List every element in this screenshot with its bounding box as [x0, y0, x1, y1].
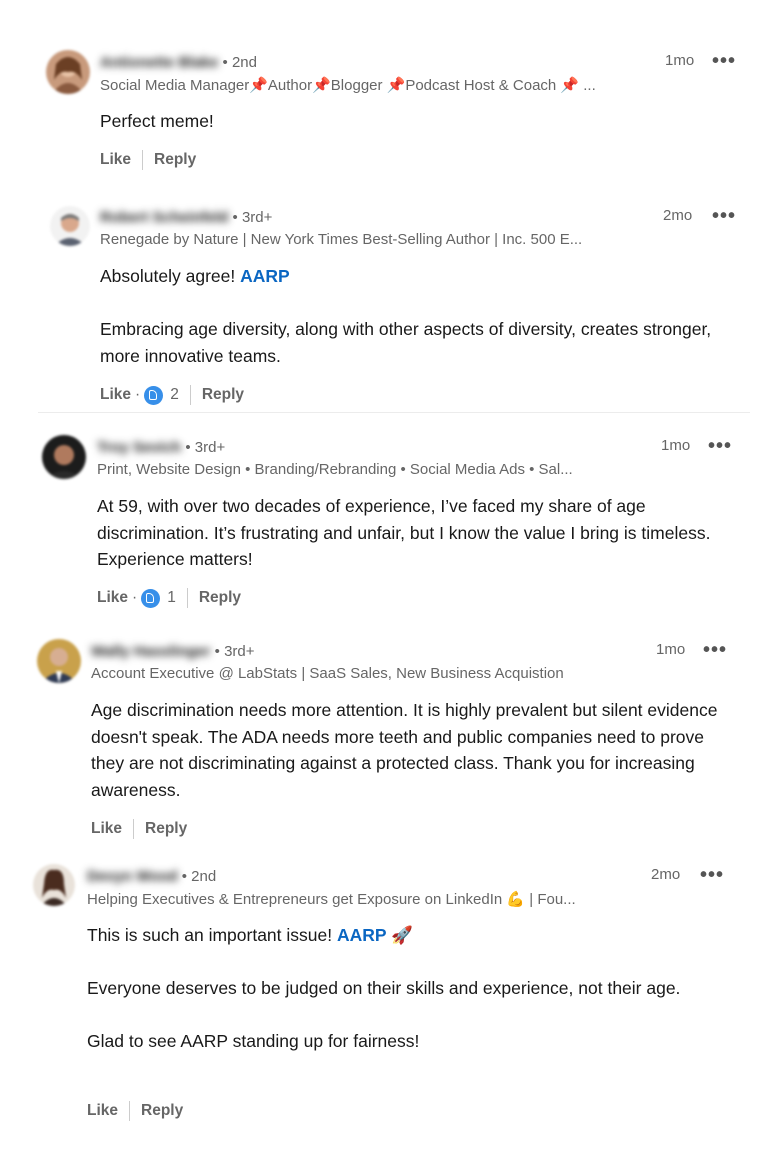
comment-text: Absolutely agree! AARP: [100, 263, 740, 290]
comment-header: Troy Sevich • 3rd+: [97, 439, 225, 456]
reply-button[interactable]: Reply: [141, 1102, 183, 1120]
reaction-count[interactable]: 1: [167, 589, 176, 607]
more-options-icon[interactable]: •••: [712, 51, 736, 71]
commenter-headline: Account Executive @ LabStats | SaaS Sale…: [91, 665, 564, 682]
connection-degree: • 2nd: [222, 54, 257, 71]
commenter-headline: Renegade by Nature | New York Times Best…: [100, 231, 583, 248]
reply-button[interactable]: Reply: [145, 820, 187, 838]
separator-dot: ·: [135, 386, 141, 403]
comment-body: At 59, with over two decades of experien…: [97, 493, 712, 573]
comment-header: Wally Hasslinger • 3rd+: [91, 643, 255, 660]
comment-header: Antionette Blake • 2nd: [100, 54, 257, 71]
comment-actions: Like · 2 Reply: [100, 385, 244, 405]
comment-body: Age discrimination needs more attention.…: [91, 697, 736, 803]
comment-actions: Like Reply: [100, 150, 196, 170]
comment-header: Robert Scheinfeld • 3rd+: [100, 209, 272, 226]
comment-text: Age discrimination needs more attention.…: [91, 700, 718, 800]
comment-actions: Like Reply: [87, 1101, 183, 1121]
connection-degree: • 3rd+: [232, 209, 273, 226]
comment-actions: Like · 1 Reply: [97, 588, 241, 608]
more-options-icon[interactable]: •••: [708, 436, 732, 456]
mention-link[interactable]: AARP: [337, 925, 387, 945]
avatar[interactable]: [33, 864, 75, 906]
action-divider: [186, 588, 188, 608]
action-divider: [142, 150, 144, 170]
connection-degree: • 2nd: [181, 868, 217, 885]
more-options-icon[interactable]: •••: [712, 206, 736, 226]
like-button[interactable]: Like: [91, 820, 122, 838]
commenter-headline: Social Media Manager📌Author📌Blogger 📌Pod…: [100, 77, 596, 94]
commenter-name[interactable]: Devyn Wood: [87, 868, 178, 885]
commenter-headline: Helping Executives & Entrepreneurs get E…: [87, 891, 576, 908]
commenter-name[interactable]: Wally Hasslinger: [91, 643, 211, 660]
commenter-name[interactable]: Antionette Blake: [100, 54, 218, 71]
commenter-name[interactable]: Robert Scheinfeld: [100, 209, 228, 226]
comment-body: This is such an important issue! AARP 🚀 …: [87, 922, 737, 1055]
reply-button[interactable]: Reply: [154, 151, 196, 169]
like-button[interactable]: Like: [100, 386, 131, 404]
comment-time: 1mo: [661, 437, 691, 454]
like-button[interactable]: Like: [87, 1102, 118, 1120]
comment-text-prefix: This is such an important issue!: [87, 925, 337, 945]
comment-text-prefix: Absolutely agree!: [100, 266, 241, 286]
comment-text-paragraph: Embracing age diversity, along with othe…: [100, 319, 712, 366]
action-divider: [129, 1101, 131, 1121]
comment-text: Perfect meme!: [100, 111, 214, 131]
reply-button[interactable]: Reply: [199, 589, 241, 607]
mention-link[interactable]: AARP: [240, 266, 290, 286]
thread-divider: [38, 412, 750, 413]
comment-text-paragraph: Glad to see AARP standing up for fairnes…: [87, 1031, 420, 1051]
comment-text-paragraph: Everyone deserves to be judged on their …: [87, 978, 681, 998]
reply-button[interactable]: Reply: [202, 386, 244, 404]
separator-dot: ·: [132, 589, 138, 606]
comment-time: 2mo: [651, 866, 681, 883]
comment-body: Absolutely agree! AARP Embracing age div…: [100, 263, 740, 369]
rocket-emoji-icon: 🚀: [386, 925, 414, 945]
like-reaction-icon[interactable]: [144, 385, 164, 405]
comment-time: 2mo: [663, 207, 693, 224]
comment-text: This is such an important issue! AARP 🚀: [87, 922, 737, 949]
reaction-count[interactable]: 2: [170, 386, 179, 404]
commenter-name[interactable]: Troy Sevich: [97, 439, 181, 456]
avatar[interactable]: [50, 206, 90, 246]
connection-degree: • 3rd+: [214, 643, 255, 660]
like-reaction-icon[interactable]: [141, 588, 161, 608]
comment-body: Perfect meme!: [100, 108, 740, 135]
more-options-icon[interactable]: •••: [703, 640, 727, 660]
action-divider: [189, 385, 191, 405]
avatar[interactable]: [42, 435, 86, 479]
action-divider: [133, 819, 135, 839]
avatar[interactable]: [46, 50, 90, 94]
commenter-headline: Print, Website Design • Branding/Rebrand…: [97, 461, 573, 478]
avatar[interactable]: [37, 639, 81, 683]
comment-header: Devyn Wood • 2nd: [87, 868, 216, 885]
comment-time: 1mo: [665, 52, 695, 69]
comment-time: 1mo: [656, 641, 686, 658]
like-button[interactable]: Like: [97, 589, 128, 607]
like-button[interactable]: Like: [100, 151, 131, 169]
comment-actions: Like Reply: [91, 819, 187, 839]
connection-degree: • 3rd+: [185, 439, 226, 456]
more-options-icon[interactable]: •••: [700, 865, 724, 885]
comment-text: At 59, with over two decades of experien…: [97, 496, 711, 569]
